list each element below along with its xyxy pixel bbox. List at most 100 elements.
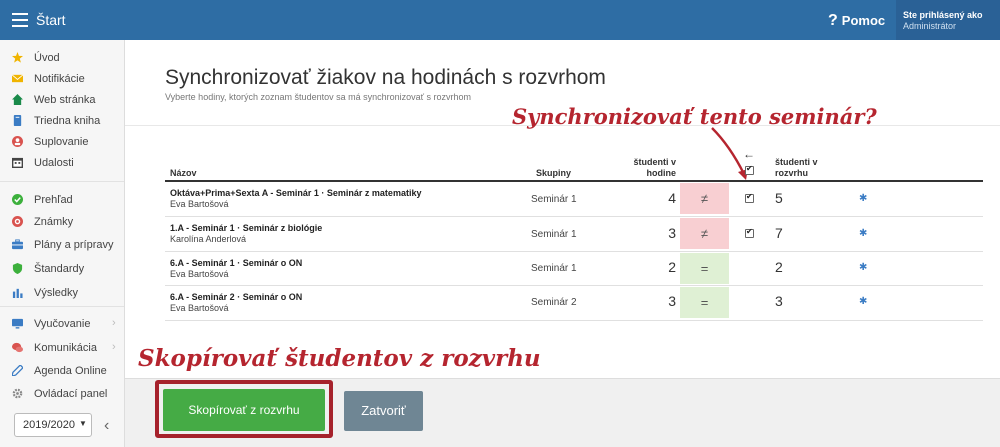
row-4-settings-gear-icon[interactable]: ✱ [859, 296, 867, 307]
calendar-icon [12, 157, 23, 168]
page-subtitle: Vyberte hodiny, ktorých zoznam študentov… [165, 92, 472, 102]
sidebar-item-vyucovanie[interactable]: Vyučovanie › [0, 314, 124, 334]
row-2-hour-count: 3 [668, 225, 676, 241]
column-header-name: Názov [170, 168, 197, 178]
row-3-group: Seminár 1 [531, 263, 577, 274]
row-4-group: Seminár 2 [531, 297, 577, 308]
sidebar-item-web-stranka[interactable]: Web stránka [0, 90, 124, 110]
row-1-course: Oktáva+Prima+Sexta A - Seminár 1 · Semin… [170, 188, 422, 198]
row-divider [165, 216, 983, 217]
school-year-select[interactable]: 2019/2020 ▼ [14, 413, 92, 437]
sidebar-item-vysledky[interactable]: Výsledky [0, 283, 124, 303]
user-icon [12, 136, 23, 147]
pencil-icon [12, 365, 23, 376]
bar-chart-icon [12, 288, 23, 298]
menu-icon[interactable] [12, 13, 28, 27]
sidebar-item-standardy[interactable]: Štandardy [0, 259, 124, 279]
row-divider [165, 285, 983, 286]
row-1-sync-checkbox[interactable] [745, 192, 754, 203]
column-header-groups: Skupiny [536, 168, 572, 178]
row-3-teacher: Eva Bartošová [170, 269, 229, 279]
check-circle-icon [12, 194, 23, 205]
sidebar-item-ovladaci-panel[interactable]: Ovládací panel [0, 384, 124, 404]
row-divider [165, 320, 983, 321]
chevron-right-icon: › [112, 317, 116, 329]
sidebar-item-triedna-kniha[interactable]: Triedna kniha [0, 111, 124, 131]
sidebar-divider [0, 306, 124, 307]
question-icon: ? [828, 12, 838, 29]
app-title[interactable]: Štart [36, 12, 66, 28]
school-year-value: 2019/2020 [23, 419, 75, 431]
sidebar-item-label: Ovládací panel [34, 388, 108, 400]
sidebar-item-label: Komunikácia [34, 342, 97, 354]
sidebar-item-label: Notifikácie [34, 73, 85, 85]
help-label: Pomoc [841, 13, 886, 28]
table-header-rule [165, 180, 983, 182]
sidebar-item-suplovanie[interactable]: Suplovanie [0, 132, 124, 152]
row-2-compare: ≠ [680, 218, 729, 249]
sidebar-item-label: Triedna kniha [34, 115, 101, 127]
sidebar-item-label: Plány a prípravy [34, 239, 114, 251]
sidebar-item-label: Výsledky [34, 287, 79, 299]
sidebar-item-znamky[interactable]: Známky [0, 212, 124, 232]
briefcase-icon [12, 239, 23, 250]
sidebar-item-uvod[interactable]: Úvod [0, 48, 124, 68]
home-icon [12, 94, 23, 105]
sidebar-item-plany[interactable]: Plány a prípravy [0, 235, 124, 255]
sidebar-item-label: Agenda Online [34, 365, 107, 377]
row-4-schedule-count: 3 [775, 293, 783, 309]
row-divider [165, 251, 983, 252]
sidebar-item-label: Web stránka [34, 94, 96, 106]
help-button[interactable]: ? Pomoc [828, 12, 885, 30]
sidebar: Úvod Notifikácie Web stránka Triedna kni… [0, 40, 125, 447]
copy-from-schedule-button[interactable]: Skopírovať z rozvrhu [163, 389, 325, 431]
row-3-settings-gear-icon[interactable]: ✱ [859, 262, 867, 273]
row-1-compare: ≠ [680, 183, 729, 214]
collapse-sidebar-icon[interactable]: ‹ [104, 417, 109, 435]
shield-icon [12, 263, 23, 274]
row-3-hour-count: 2 [668, 259, 676, 275]
row-4-course: 6.A - Seminár 2 · Seminár o ON [170, 292, 303, 302]
row-4-hour-count: 3 [668, 293, 676, 309]
row-1-group: Seminár 1 [531, 194, 577, 205]
column-header-students-schedule: študenti v rozvrhu [775, 157, 818, 179]
row-1-teacher: Eva Bartošová [170, 199, 229, 209]
row-1-hour-count: 4 [668, 190, 676, 206]
row-3-compare: = [680, 253, 729, 284]
sidebar-item-notifikacie[interactable]: Notifikácie [0, 69, 124, 89]
row-2-group: Seminár 1 [531, 229, 577, 240]
sidebar-item-label: Vyučovanie [34, 318, 91, 330]
column-header-students-schedule-line1: študenti v [775, 157, 818, 167]
column-header-students-hour: študenti v hodine [628, 157, 676, 179]
close-button[interactable]: Zatvoriť [344, 391, 423, 431]
annotation-arrow-icon [711, 127, 748, 180]
chat-icon [12, 342, 23, 353]
column-header-students-hour-line1: študenti v [633, 157, 676, 167]
user-line-1: Ste prihlásený ako [903, 10, 983, 20]
user-line-2: Administrátor [903, 21, 957, 31]
sidebar-divider [0, 181, 124, 182]
user-menu[interactable]: Ste prihlásený ako Administrátor [896, 0, 1000, 40]
sidebar-item-prehlad[interactable]: Prehľad [0, 190, 124, 210]
row-4-compare: = [680, 287, 729, 318]
sidebar-item-komunikacia[interactable]: Komunikácia › [0, 338, 124, 358]
sidebar-item-agenda-online[interactable]: Agenda Online [0, 361, 124, 381]
row-2-teacher: Karolína Anderlová [170, 234, 247, 244]
row-2-settings-gear-icon[interactable]: ✱ [859, 228, 867, 239]
row-2-course: 1.A - Seminár 1 · Seminár z biológie [170, 223, 323, 233]
top-bar: Štart ? Pomoc Ste prihlásený ako Administ… [0, 0, 1000, 40]
select-all-checkbox[interactable] [745, 164, 754, 175]
row-1-settings-gear-icon[interactable]: ✱ [859, 193, 867, 204]
row-2-sync-checkbox[interactable] [745, 227, 754, 238]
row-4-teacher: Eva Bartošová [170, 303, 229, 313]
sidebar-item-label: Prehľad [34, 194, 73, 206]
row-1-schedule-count: 5 [775, 190, 783, 206]
caret-down-icon: ▼ [79, 419, 87, 428]
page-title: Synchronizovať žiakov na hodinách s rozv… [165, 66, 606, 89]
chevron-right-icon: › [112, 341, 116, 353]
sidebar-item-udalosti[interactable]: Udalosti [0, 153, 124, 173]
annotation-copy-students: Skopírovať študentov z rozvrhu [138, 345, 541, 372]
row-2-schedule-count: 7 [775, 225, 783, 241]
column-header-students-hour-line2: hodine [646, 168, 677, 178]
star-icon [12, 52, 23, 63]
